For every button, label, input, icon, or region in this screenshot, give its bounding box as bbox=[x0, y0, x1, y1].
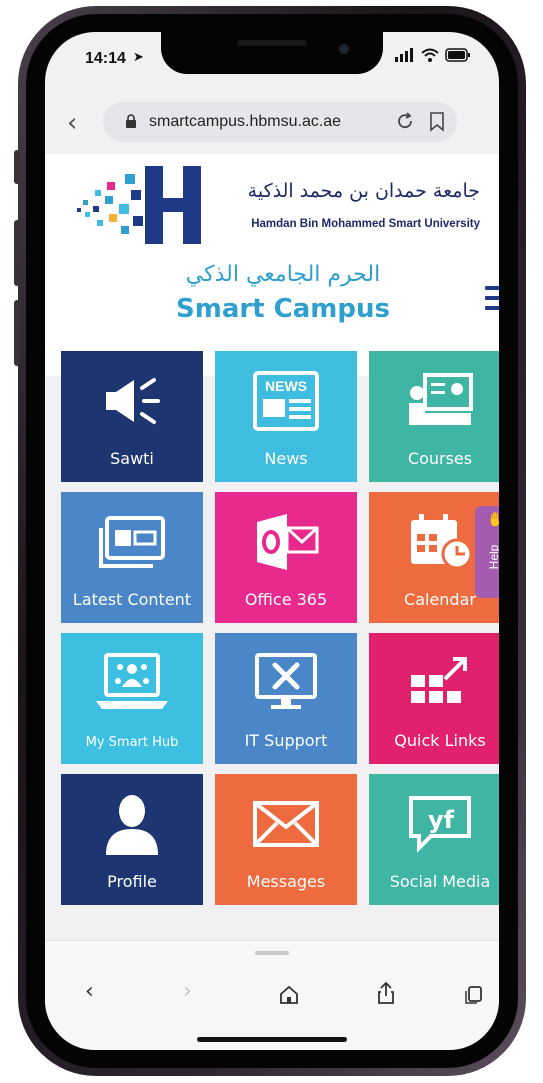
social-media-icon: yf bbox=[409, 796, 471, 853]
browser-toolbar: ‹ › bbox=[45, 940, 499, 1050]
browser-back-button[interactable]: ‹ bbox=[67, 108, 77, 138]
id-card-icon bbox=[99, 516, 165, 568]
quick-links-icon bbox=[411, 657, 467, 703]
tile-label: Sawti bbox=[110, 449, 154, 468]
signal-icon bbox=[395, 48, 413, 62]
tile-label: News bbox=[264, 449, 308, 468]
battery-icon bbox=[445, 48, 470, 62]
tile-news[interactable]: NEWS News bbox=[215, 351, 357, 482]
person-icon bbox=[106, 795, 158, 855]
tile-label: Office 365 bbox=[244, 590, 328, 609]
wifi-icon bbox=[421, 48, 439, 62]
hbmsu-logo-icon bbox=[77, 166, 201, 244]
courses-icon bbox=[409, 373, 473, 425]
volume-down-button bbox=[14, 300, 20, 366]
reload-icon[interactable] bbox=[395, 112, 415, 132]
tile-profile[interactable]: Profile bbox=[61, 774, 203, 905]
status-time: 14:14 bbox=[85, 50, 126, 67]
tile-label: Messages bbox=[246, 872, 326, 891]
share-icon[interactable] bbox=[377, 981, 395, 1005]
megaphone-icon bbox=[106, 378, 160, 424]
tools-icon bbox=[255, 653, 317, 709]
tile-social-media[interactable]: yf Social Media bbox=[369, 774, 499, 905]
tile-label: Courses bbox=[407, 449, 473, 468]
smart-campus-title: Smart Campus bbox=[176, 294, 390, 324]
newspaper-icon: NEWS bbox=[253, 371, 319, 431]
location-arrow-icon: ➤ bbox=[133, 50, 144, 65]
tile-messages[interactable]: Messages bbox=[215, 774, 357, 905]
notch bbox=[161, 32, 383, 74]
tile-label: Social Media bbox=[389, 872, 491, 891]
volume-up-button bbox=[14, 220, 20, 286]
bookmark-icon[interactable] bbox=[429, 112, 445, 132]
envelope-icon bbox=[253, 801, 319, 847]
calendar-clock-icon bbox=[411, 514, 473, 570]
tile-it-support[interactable]: IT Support bbox=[215, 633, 357, 764]
tile-label: My Smart Hub bbox=[85, 735, 179, 750]
help-tab[interactable]: ✋ Help bbox=[475, 506, 499, 598]
svg-text:yf: yf bbox=[428, 806, 455, 834]
url-text: smartcampus.hbmsu.ac.ae bbox=[149, 113, 342, 130]
tile-sawti[interactable]: Sawti bbox=[61, 351, 203, 482]
home-indicator[interactable] bbox=[197, 1037, 347, 1042]
address-bar[interactable]: smartcampus.hbmsu.ac.ae bbox=[103, 102, 457, 142]
tile-label: Profile bbox=[107, 872, 157, 891]
university-name-english: Hamdan Bin Mohammed Smart University bbox=[251, 218, 480, 230]
tile-latest-content[interactable]: Latest Content bbox=[61, 492, 203, 623]
forward-arrow-icon[interactable]: › bbox=[183, 979, 192, 1004]
tile-label: IT Support bbox=[244, 731, 328, 750]
status-icons bbox=[395, 48, 471, 62]
tile-label: Latest Content bbox=[72, 590, 192, 609]
tile-my-smart-hub[interactable]: My Smart Hub bbox=[61, 633, 203, 764]
tile-label: Quick Links bbox=[394, 731, 486, 750]
help-label: Help bbox=[487, 544, 499, 570]
mute-switch bbox=[14, 150, 20, 184]
home-icon[interactable] bbox=[279, 985, 299, 1005]
toolbar-grabber[interactable] bbox=[255, 951, 289, 955]
tile-courses[interactable]: Courses bbox=[369, 351, 499, 482]
tabs-icon[interactable] bbox=[465, 985, 485, 1005]
smart-hub-icon bbox=[96, 653, 168, 709]
office-365-icon bbox=[257, 514, 319, 570]
svg-text:NEWS: NEWS bbox=[265, 378, 307, 394]
lock-icon bbox=[126, 114, 136, 128]
smart-campus-title-arabic: الحرم الجامعي الذكي bbox=[185, 262, 381, 287]
hamburger-menu-icon[interactable] bbox=[485, 286, 499, 316]
university-name-arabic: جامعة حمدان بن محمد الذكية bbox=[247, 180, 480, 202]
phone-screen: 14:14 ➤ ‹ smartcampus.hbmsu.ac.ae جامعة … bbox=[45, 32, 499, 1050]
back-arrow-icon[interactable]: ‹ bbox=[85, 979, 94, 1004]
tile-quick-links[interactable]: Quick Links bbox=[369, 633, 499, 764]
tile-label: Calendar bbox=[404, 590, 476, 609]
tile-office-365[interactable]: Office 365 bbox=[215, 492, 357, 623]
